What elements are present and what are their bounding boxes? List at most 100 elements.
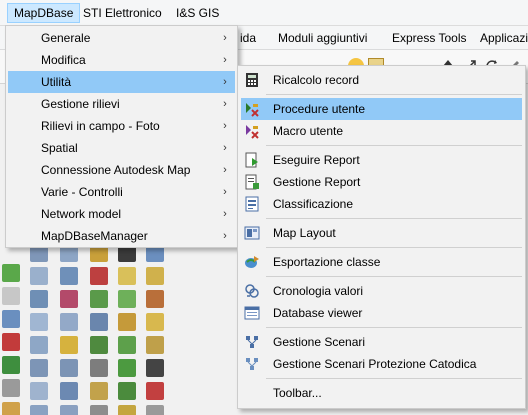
tool-icon[interactable] [90, 267, 108, 285]
menu-item-classificazione[interactable]: Classificazione [241, 193, 522, 215]
tool-icon[interactable] [118, 359, 136, 377]
toolbar-column-2 [28, 244, 52, 415]
menu-item-generale[interactable]: Generale › [8, 27, 235, 49]
menu-item-spatial[interactable]: Spatial › [8, 137, 235, 159]
tab-applicazioni[interactable]: Applicazi [480, 29, 528, 47]
tool-icon[interactable] [90, 313, 108, 331]
menu-item-label: Ricalcolo record [273, 73, 360, 87]
menu-item-map-layout[interactable]: Map Layout [241, 222, 522, 244]
menu-item-gestione-rilievi[interactable]: Gestione rilievi › [8, 93, 235, 115]
database-viewer-icon [244, 305, 260, 321]
tool-icon[interactable] [30, 382, 48, 400]
tool-icon[interactable] [118, 313, 136, 331]
tool-icon[interactable] [60, 382, 78, 400]
menu-is-gis[interactable]: I&S GIS [170, 3, 225, 23]
chevron-right-icon: › [223, 164, 227, 176]
tool-icon[interactable] [30, 405, 48, 415]
tool-icon[interactable] [2, 287, 20, 305]
tool-icon[interactable] [118, 290, 136, 308]
tool-icon[interactable] [118, 267, 136, 285]
chevron-right-icon: › [223, 98, 227, 110]
tool-icon[interactable] [2, 356, 20, 374]
chevron-right-icon: › [223, 120, 227, 132]
tool-icon[interactable] [118, 405, 136, 415]
tool-icon[interactable] [146, 359, 164, 377]
tool-icon[interactable] [146, 382, 164, 400]
menu-item-toolbar[interactable]: Toolbar... [241, 382, 522, 404]
tab-moduli-aggiuntivi[interactable]: Moduli aggiuntivi [278, 29, 367, 47]
menu-mapdbase[interactable]: MapDBase [7, 3, 81, 23]
tool-icon[interactable] [60, 405, 78, 415]
tool-icon[interactable] [30, 359, 48, 377]
tool-icon[interactable] [60, 267, 78, 285]
report-manager-icon [244, 174, 260, 190]
tool-icon[interactable] [146, 313, 164, 331]
tool-icon[interactable] [30, 290, 48, 308]
menu-item-label: Connessione Autodesk Map [41, 163, 191, 177]
tool-icon[interactable] [146, 405, 164, 415]
tool-icon[interactable] [2, 264, 20, 282]
menu-item-procedure-utente[interactable]: Procedure utente [241, 98, 522, 120]
menu-item-label: Map Layout [273, 226, 336, 240]
menu-separator [266, 324, 522, 331]
tool-icon[interactable] [2, 333, 20, 351]
tool-icon[interactable] [30, 313, 48, 331]
toolbar-column-1 [0, 264, 24, 415]
tool-icon[interactable] [118, 382, 136, 400]
menu-item-ricalcolo-record[interactable]: Ricalcolo record [241, 69, 522, 91]
menu-separator [266, 375, 522, 382]
menu-item-esportazione-classe[interactable]: Esportazione classe [241, 251, 522, 273]
menu-item-label: Utilità [41, 75, 72, 89]
tab-partial[interactable]: ida [240, 29, 256, 47]
tool-icon[interactable] [90, 382, 108, 400]
menu-item-cronologia-valori[interactable]: Cronologia valori [241, 280, 522, 302]
tool-icon[interactable] [60, 336, 78, 354]
macro-icon [244, 123, 260, 139]
menu-item-label: Gestione Scenari [273, 335, 366, 349]
menu-item-label: Network model [41, 207, 122, 221]
tool-icon[interactable] [118, 336, 136, 354]
menu-item-rilievi-in-campo-foto[interactable]: Rilievi in campo - Foto › [8, 115, 235, 137]
run-report-icon [244, 152, 260, 168]
menu-item-gestione-report[interactable]: Gestione Report [241, 171, 522, 193]
tool-icon[interactable] [90, 359, 108, 377]
menu-item-macro-utente[interactable]: Macro utente [241, 120, 522, 142]
menu-separator [266, 142, 522, 149]
menu-item-label: Esportazione classe [273, 255, 381, 269]
tool-icon[interactable] [90, 290, 108, 308]
tool-icon[interactable] [30, 336, 48, 354]
menu-item-label: Toolbar... [273, 386, 322, 400]
menu-item-connessione-autodesk-map[interactable]: Connessione Autodesk Map › [8, 159, 235, 181]
menu-item-eseguire-report[interactable]: Eseguire Report [241, 149, 522, 171]
menu-item-gestione-scenari-protezione-catodica[interactable]: Gestione Scenari Protezione Catodica [241, 353, 522, 375]
tool-icon[interactable] [2, 379, 20, 397]
menu-item-label: Cronologia valori [273, 284, 364, 298]
history-icon [244, 283, 260, 299]
menu-item-network-model[interactable]: Network model › [8, 203, 235, 225]
menu-separator [266, 244, 522, 251]
chevron-right-icon: › [223, 208, 227, 220]
tool-icon[interactable] [146, 290, 164, 308]
menu-separator [266, 91, 522, 98]
menu-item-varie-controlli[interactable]: Varie - Controlli › [8, 181, 235, 203]
tool-icon[interactable] [90, 336, 108, 354]
menu-item-label: MapDBaseManager [41, 229, 148, 243]
tool-icon[interactable] [146, 267, 164, 285]
menu-item-utilita[interactable]: Utilità › [8, 71, 235, 93]
procedure-icon [244, 101, 260, 117]
menu-item-gestione-scenari[interactable]: Gestione Scenari [241, 331, 522, 353]
tool-icon[interactable] [2, 310, 20, 328]
tab-express-tools[interactable]: Express Tools [392, 29, 466, 47]
menu-item-modifica[interactable]: Modifica › [8, 49, 235, 71]
tool-icon[interactable] [60, 359, 78, 377]
menu-item-database-viewer[interactable]: Database viewer [241, 302, 522, 324]
tool-icon[interactable] [30, 267, 48, 285]
tool-icon[interactable] [60, 290, 78, 308]
tool-icon[interactable] [2, 402, 20, 415]
tool-icon[interactable] [146, 336, 164, 354]
classification-icon [244, 196, 260, 212]
tool-icon[interactable] [90, 405, 108, 415]
menu-sti-elettronico[interactable]: STI Elettronico [77, 3, 168, 23]
tool-icon[interactable] [60, 313, 78, 331]
menu-item-mapdbasemanager[interactable]: MapDBaseManager › [8, 225, 235, 247]
